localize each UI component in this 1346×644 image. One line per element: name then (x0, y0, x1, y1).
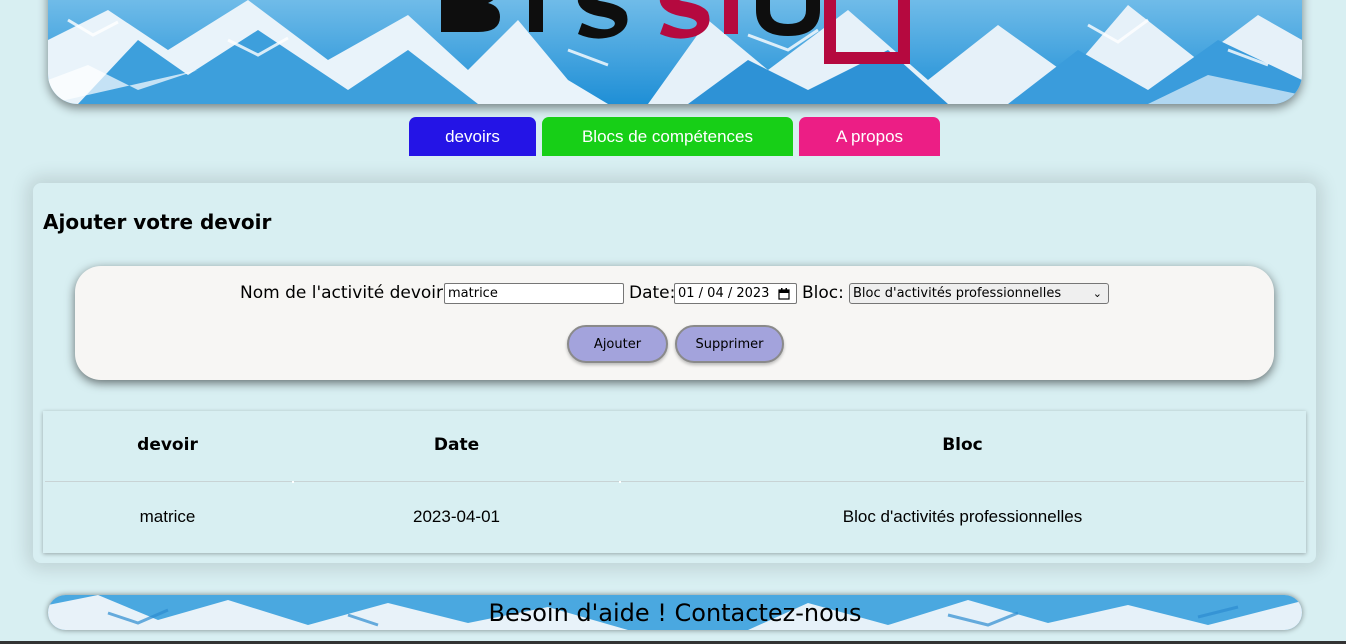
footer-banner[interactable]: Besoin d'aide ! Contactez-nous (48, 595, 1302, 630)
date-label: Date: (629, 283, 676, 303)
column-divider (619, 481, 621, 483)
tab-blocs-de-competences[interactable]: Blocs de compétences (542, 117, 793, 156)
bloc-select[interactable]: Bloc d'activités professionnelles ⌄ (849, 283, 1109, 304)
section-title: Ajouter votre devoir (43, 210, 272, 234)
main-card: Ajouter votre devoir Nom de l'activité d… (33, 183, 1316, 563)
form-fields-row: Nom de l'activité devoir: matrice Date: … (75, 282, 1274, 304)
tab-a-propos[interactable]: A propos (799, 117, 940, 156)
cell-devoir: matrice (139, 507, 196, 526)
chevron-down-icon: ⌄ (1092, 287, 1102, 300)
cell-date: 2023-04-01 (413, 507, 500, 526)
supprimer-button[interactable]: Supprimer (675, 325, 784, 363)
cell-bloc: Bloc d'activités professionnelles (842, 507, 1083, 526)
activity-name-input[interactable]: matrice (444, 283, 624, 304)
tab-devoirs[interactable]: devoirs (409, 117, 536, 156)
header-banner (48, 0, 1302, 104)
ajouter-button[interactable]: Ajouter (567, 325, 668, 363)
activity-name-value: matrice (448, 286, 498, 301)
bloc-label: Bloc: (802, 283, 844, 303)
bloc-selected-value: Bloc d'activités professionnelles (853, 286, 1062, 301)
devoirs-table: devoir Date Bloc matrice 2023-04-01 Bloc… (43, 411, 1306, 553)
column-header-devoir: devoir (137, 435, 198, 455)
date-value: 01 / 04 / 2023 (678, 286, 770, 301)
name-label: Nom de l'activité devoir: (240, 283, 449, 303)
column-header-date: Date (433, 435, 480, 455)
header-divider (45, 481, 1304, 482)
column-header-bloc: Bloc (942, 435, 983, 455)
add-devoir-form: Nom de l'activité devoir: matrice Date: … (75, 266, 1274, 380)
date-input[interactable]: 01 / 04 / 2023 (674, 283, 797, 304)
calendar-icon[interactable] (778, 287, 790, 303)
main-nav: devoirs Blocs de compétences A propos (0, 117, 1346, 156)
footer-contact-link[interactable]: Besoin d'aide ! Contactez-nous (48, 595, 1302, 630)
column-divider (292, 481, 294, 483)
mountain-background (48, 0, 1302, 104)
